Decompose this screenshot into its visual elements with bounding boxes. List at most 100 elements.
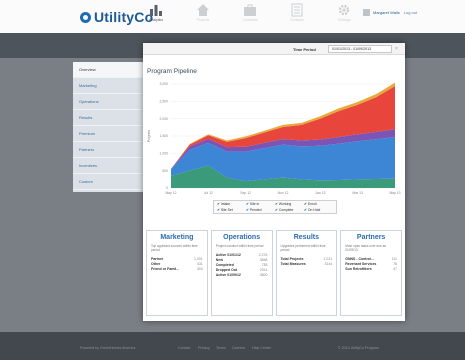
y-tick-label: 3,000	[160, 82, 169, 86]
x-tick-label: Nov 12	[278, 191, 289, 195]
summary-panel: Results Upgrades performed within time pe…	[275, 230, 338, 316]
nav-label: Contracts	[242, 18, 258, 22]
avatar	[363, 9, 370, 16]
panel-description: Project conduct within time period	[215, 244, 264, 248]
footer-link-help[interactable]: Help Center	[252, 346, 271, 350]
panel-row-value: 3144	[324, 262, 333, 266]
y-tick-label: 2,000	[160, 117, 169, 121]
top-header: UtilityCo Analytics Projects Contracts C…	[0, 0, 465, 33]
legend-item[interactable]: ✔Site in	[246, 202, 275, 206]
legend-item[interactable]: ✔Working	[275, 202, 304, 206]
x-tick-label: Jan 13	[315, 191, 325, 195]
panel-title[interactable]: Operations	[216, 234, 268, 241]
panel-title[interactable]: Results	[281, 234, 333, 241]
check-icon: ✔	[246, 208, 249, 212]
y-axis-label: Projects	[147, 130, 151, 143]
main-nav: Analytics Projects Contracts Contacts Se…	[141, 3, 376, 22]
logo-ring-icon	[80, 12, 91, 23]
footer-link-careers[interactable]: Careers	[232, 346, 245, 350]
legend-label: Intake	[220, 202, 231, 206]
modal-header: Time Period 01/01/2013 - 01/09/2013 ×	[143, 43, 405, 55]
pipeline-chart: 3,000 2,500 2,000 1,500 1,000 500 0 Projects May…	[147, 82, 401, 195]
nav-contacts[interactable]: Contacts	[282, 3, 312, 22]
nav-label: Contacts	[290, 18, 304, 22]
check-icon: ✔	[275, 202, 278, 206]
y-tick-label: 500	[162, 169, 168, 173]
panel-row-label: Friend or Famil...	[151, 267, 180, 271]
check-icon: ✔	[275, 208, 278, 212]
nav-label: Settings	[337, 18, 351, 22]
nav-label: Analytics	[148, 18, 163, 22]
user-name[interactable]: Margaret Walls	[373, 10, 400, 15]
x-tick-label: Jul 12	[204, 191, 213, 195]
panel-row-label: Total Measures	[280, 262, 306, 266]
nav-settings[interactable]: Settings	[329, 3, 359, 22]
panel-description: Most open tasks over due as 01/09/13	[345, 244, 387, 252]
panel-description: Upgrades performed within time period	[280, 244, 326, 252]
panel-row-value: 303	[196, 267, 203, 271]
legend-label: On Hold	[307, 208, 321, 212]
chart-legend: ✔Intake ✔Site in ✔Working ✔Enroll ✔Site Set ✔…	[213, 200, 337, 214]
summary-panel: Partners Most open tasks over due as 01/0…	[340, 230, 402, 316]
legend-label: Complete	[278, 208, 294, 212]
legend-item[interactable]: ✔Complete	[275, 208, 304, 212]
nav-label: Projects	[196, 18, 210, 22]
legend-label: Working	[278, 202, 292, 206]
x-tick-label: Sep 12	[240, 191, 251, 195]
logout-link[interactable]: Log out	[404, 10, 417, 15]
page-footer: Powered by GreenHomes America Contact Pr…	[0, 332, 465, 360]
panel-row-label: Sun Retrofitters	[345, 267, 372, 271]
time-period-input[interactable]: 01/01/2013 - 01/09/2013	[328, 45, 392, 53]
check-icon: ✔	[246, 202, 249, 206]
footer-link-privacy[interactable]: Privacy	[198, 346, 210, 350]
panel-row-value: 47	[393, 267, 397, 271]
panel-row-value: 3800	[259, 273, 268, 277]
panel-row: Total Measures 3144	[281, 262, 333, 267]
briefcase-icon	[244, 4, 256, 16]
user-menu[interactable]: Margaret Walls Log out	[363, 9, 417, 16]
panel-description: Top applicant sources within time period	[151, 244, 198, 252]
summary-panels: Marketing Top applicant sources within ti…	[146, 230, 402, 316]
y-tick-label: 1,500	[160, 134, 169, 138]
legend-label: Pended	[249, 208, 262, 212]
nav-projects[interactable]: Projects	[188, 3, 218, 22]
pipeline-modal: Time Period 01/01/2013 - 01/09/2013 × Pr…	[143, 43, 405, 321]
chart-title: Program Pipeline	[147, 68, 197, 75]
legend-label: Enroll	[307, 202, 317, 206]
home-icon	[197, 4, 209, 16]
panel-title[interactable]: Partners	[345, 234, 397, 241]
close-icon[interactable]: ×	[395, 46, 398, 52]
legend-label: Site in	[249, 202, 260, 206]
legend-item[interactable]: ✔Intake	[217, 202, 246, 206]
footer-link-contact[interactable]: Contact	[178, 346, 190, 350]
panel-title[interactable]: Marketing	[151, 234, 203, 241]
check-icon: ✔	[304, 208, 307, 212]
panel-row: Sun Retrofitters 47	[345, 267, 397, 272]
time-period-label: Time Period	[293, 47, 316, 52]
footer-copyright: © 2013 UtilityCo Program	[338, 346, 379, 350]
nav-contracts[interactable]: Contracts	[235, 3, 265, 22]
legend-item[interactable]: ✔Pended	[246, 208, 275, 212]
legend-item[interactable]: ✔Site Set	[217, 208, 246, 212]
legend-item[interactable]: ✔Enroll	[304, 202, 333, 206]
nav-analytics[interactable]: Analytics	[141, 3, 171, 22]
y-tick-label: 1,000	[160, 152, 169, 156]
y-tick-label: 0	[166, 186, 168, 190]
panel-row: Friend or Famil... 303	[151, 267, 203, 272]
list-icon	[291, 3, 303, 17]
x-tick-label: Mar 13	[352, 191, 363, 195]
legend-label: Site Set	[220, 208, 233, 212]
check-icon: ✔	[217, 202, 220, 206]
panel-row: Active 01/09/12 3800	[216, 273, 268, 278]
panel-row-label: Active 01/09/12	[215, 273, 241, 277]
y-tick-label: 2,500	[160, 100, 169, 104]
gear-icon	[338, 4, 350, 16]
footer-link-terms[interactable]: Terms	[216, 346, 226, 350]
check-icon: ✔	[217, 208, 220, 212]
x-tick-label: May 12	[165, 191, 176, 195]
footer-link-powered[interactable]: Powered by GreenHomes America	[80, 346, 135, 350]
check-icon: ✔	[304, 202, 307, 206]
legend-item[interactable]: ✔On Hold	[304, 208, 333, 212]
bar-chart-icon	[150, 5, 162, 16]
summary-panel: Operations Project conduct within time pe…	[210, 230, 273, 316]
